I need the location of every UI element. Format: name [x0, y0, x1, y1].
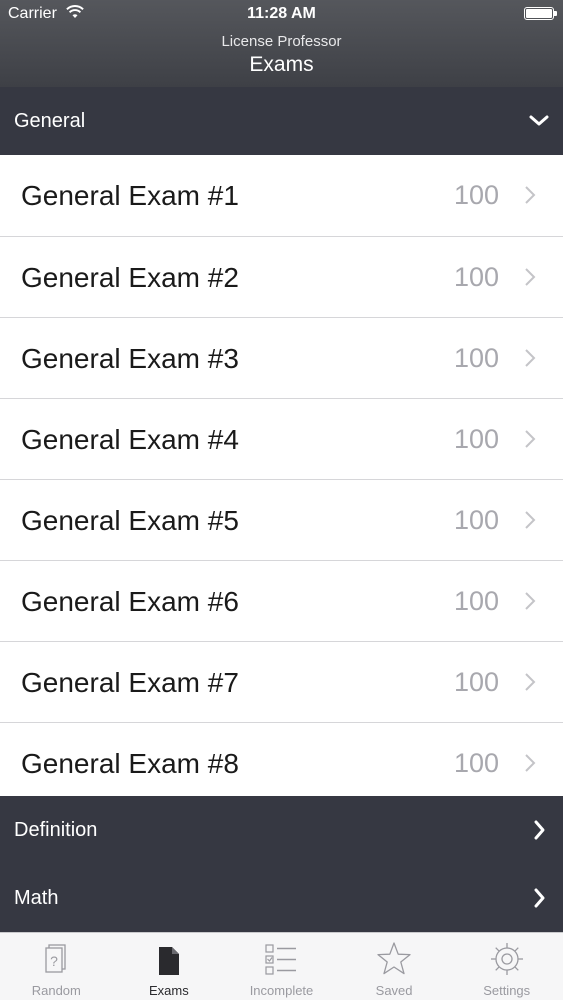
svg-text:?: ? [50, 953, 58, 969]
question-count: 100 [453, 262, 499, 292]
exam-label: General Exam #2 [21, 262, 239, 293]
exam-row[interactable]: General Exam #7 100 [0, 642, 563, 723]
tab-bar: ? Random Exams Incomplete Saved Settings [0, 932, 563, 1000]
exam-label: General Exam #7 [21, 667, 239, 698]
exam-label: General Exam #4 [21, 424, 239, 455]
battery-icon [524, 7, 554, 20]
document-icon [158, 947, 179, 975]
exam-label: General Exam #6 [21, 586, 239, 617]
battery-tip [554, 11, 557, 16]
section-header-definition[interactable]: Definition [0, 796, 563, 864]
exam-row[interactable]: General Exam #4 100 [0, 399, 563, 480]
exam-row[interactable]: General Exam #8 100 [0, 723, 563, 804]
exam-row[interactable]: General Exam #2 100 [0, 237, 563, 318]
chevron-right-icon [525, 430, 536, 448]
exam-label: General Exam #1 [21, 180, 239, 211]
exam-list: General Exam #1 100 General Exam #2 100 … [0, 155, 563, 804]
chevron-right-icon [525, 511, 536, 529]
tab-exams[interactable]: Exams [113, 933, 226, 1001]
navigation-header: Carrier 11:28 AM License Professor Exams [0, 0, 563, 87]
section-header-general[interactable]: General [0, 87, 563, 155]
exam-row[interactable]: General Exam #3 100 [0, 318, 563, 399]
tab-label: Random [31, 983, 81, 998]
section-label: General [14, 110, 86, 132]
page-title: Exams [249, 53, 314, 76]
star-icon [377, 942, 411, 975]
section-label: Definition [14, 819, 98, 841]
question-count: 100 [453, 505, 499, 535]
exam-label: General Exam #8 [21, 748, 239, 779]
exam-row[interactable]: General Exam #1 100 [0, 155, 563, 237]
tab-settings[interactable]: Settings [450, 933, 563, 1001]
chevron-right-icon [534, 888, 545, 908]
chevron-right-icon [525, 673, 536, 691]
exam-label: General Exam #3 [21, 343, 239, 374]
chevron-down-icon [529, 115, 549, 126]
tab-label: Exams [149, 983, 189, 998]
section-label: Math [14, 887, 59, 909]
tab-label: Settings [483, 983, 531, 998]
tab-label: Incomplete [249, 983, 314, 998]
exam-label: General Exam #5 [21, 505, 239, 536]
tab-incomplete[interactable]: Incomplete [225, 933, 338, 1001]
chevron-right-icon [525, 592, 536, 610]
gear-icon [490, 943, 523, 975]
tab-random[interactable]: ? Random [0, 933, 113, 1001]
nav-subtitle: License Professor [221, 33, 342, 50]
exam-row[interactable]: General Exam #5 100 [0, 480, 563, 561]
chevron-right-icon [525, 186, 536, 204]
chevron-right-icon [525, 754, 536, 772]
random-card-icon: ? [45, 944, 66, 973]
chevron-right-icon [525, 349, 536, 367]
tab-saved[interactable]: Saved [338, 933, 451, 1001]
question-count: 100 [453, 343, 499, 373]
status-bar: Carrier 11:28 AM [0, 0, 563, 30]
checklist-icon [265, 944, 297, 975]
chevron-right-icon [534, 820, 545, 840]
chevron-right-icon [525, 268, 536, 286]
tab-label: Saved [375, 983, 413, 998]
section-header-math[interactable]: Math [0, 864, 563, 932]
question-count: 100 [453, 424, 499, 454]
exam-row[interactable]: General Exam #6 100 [0, 561, 563, 642]
question-count: 100 [453, 180, 499, 210]
question-count: 100 [453, 586, 499, 616]
question-count: 100 [453, 667, 499, 697]
status-time: 11:28 AM [247, 5, 316, 22]
question-count: 100 [453, 748, 499, 778]
